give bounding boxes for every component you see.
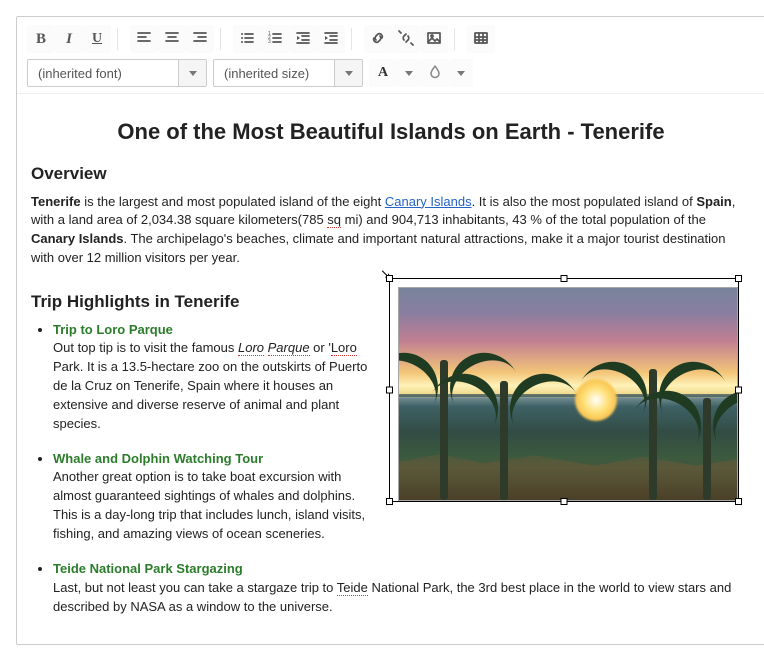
font-color-dropdown[interactable] bbox=[397, 59, 421, 87]
resize-handle-ml[interactable] bbox=[386, 387, 393, 394]
font-family-value: (inherited font) bbox=[38, 66, 122, 81]
unordered-list-icon bbox=[239, 30, 255, 49]
resize-handle-bl[interactable] bbox=[386, 498, 393, 505]
resize-handle-br[interactable] bbox=[735, 498, 742, 505]
align-left-button[interactable] bbox=[130, 25, 158, 53]
indent-button[interactable] bbox=[317, 25, 345, 53]
content-area: One of the Most Beautiful Islands on Ear… bbox=[17, 94, 764, 644]
trip-title: Trip to Loro Parque bbox=[53, 322, 173, 337]
outdent-icon bbox=[295, 30, 311, 49]
resize-handle-tr[interactable] bbox=[735, 275, 742, 282]
italic-button[interactable]: I bbox=[55, 25, 83, 53]
unordered-list-button[interactable] bbox=[233, 25, 261, 53]
overview-heading: Overview bbox=[31, 162, 751, 187]
toolbar: B I U 123 bbox=[17, 17, 764, 94]
spellcheck-sq: sq bbox=[327, 212, 341, 228]
indent-icon bbox=[323, 30, 339, 49]
spellcheck-parque: Parque bbox=[268, 340, 310, 356]
font-color-button[interactable]: A bbox=[369, 59, 397, 87]
toolbar-row-2: (inherited font) (inherited size) A bbox=[27, 59, 764, 87]
resize-handle-tl[interactable] bbox=[386, 275, 393, 282]
trip-title: Teide National Park Stargazing bbox=[53, 561, 243, 576]
align-right-button[interactable] bbox=[186, 25, 214, 53]
tenerife-photo bbox=[399, 288, 737, 500]
image-icon bbox=[426, 30, 442, 49]
underline-button[interactable]: U bbox=[83, 25, 111, 53]
insert-image-button[interactable] bbox=[420, 25, 448, 53]
group-objects bbox=[364, 25, 461, 53]
resize-handle-mr[interactable] bbox=[735, 387, 742, 394]
highlight-color-dropdown[interactable] bbox=[449, 59, 473, 87]
group-color: A bbox=[369, 59, 479, 87]
insert-table-button[interactable] bbox=[467, 25, 495, 53]
table-icon bbox=[473, 30, 489, 49]
spellcheck-loro-2: Loro bbox=[331, 340, 357, 356]
spain-bold: Spain bbox=[696, 194, 731, 209]
font-family-dropdown[interactable]: (inherited font) bbox=[27, 59, 207, 87]
link-icon bbox=[370, 30, 386, 49]
align-center-icon bbox=[164, 30, 180, 49]
group-table bbox=[467, 25, 501, 53]
canary-islands-link[interactable]: Canary Islands bbox=[385, 194, 472, 209]
overview-paragraph: Tenerife is the largest and most populat… bbox=[31, 193, 751, 268]
italic-icon: I bbox=[66, 31, 72, 48]
group-lists: 123 bbox=[233, 25, 358, 53]
align-left-icon bbox=[136, 30, 152, 49]
canary-islands-bold: Canary Islands bbox=[31, 231, 124, 246]
align-right-icon bbox=[192, 30, 208, 49]
font-size-value: (inherited size) bbox=[224, 66, 309, 81]
highlight-color-button[interactable] bbox=[421, 59, 449, 87]
group-align bbox=[130, 25, 227, 53]
align-center-button[interactable] bbox=[158, 25, 186, 53]
font-color-icon: A bbox=[378, 65, 388, 81]
ordered-list-icon: 123 bbox=[267, 30, 283, 49]
svg-text:3: 3 bbox=[268, 39, 271, 45]
bold-button[interactable]: B bbox=[27, 25, 55, 53]
chevron-down-icon bbox=[178, 60, 206, 86]
trip-title: Whale and Dolphin Watching Tour bbox=[53, 451, 263, 466]
ordered-list-button[interactable]: 123 bbox=[261, 25, 289, 53]
resize-handle-tm[interactable] bbox=[561, 275, 568, 282]
inserted-image[interactable] bbox=[398, 287, 738, 501]
list-item: Teide National Park Stargazing Last, but… bbox=[53, 560, 751, 617]
page-title: One of the Most Beautiful Islands on Ear… bbox=[31, 116, 751, 148]
link-button[interactable] bbox=[364, 25, 392, 53]
selected-image-frame[interactable]: ↘ bbox=[389, 278, 739, 502]
tenerife-bold: Tenerife bbox=[31, 194, 81, 209]
spellcheck-teide: Teide bbox=[337, 580, 368, 596]
rich-text-editor: B I U 123 bbox=[16, 16, 764, 645]
document-body[interactable]: One of the Most Beautiful Islands on Ear… bbox=[17, 94, 764, 644]
chevron-down-icon bbox=[334, 60, 362, 86]
toolbar-row-1: B I U 123 bbox=[27, 25, 764, 53]
outdent-button[interactable] bbox=[289, 25, 317, 53]
unlink-button[interactable] bbox=[392, 25, 420, 53]
spellcheck-loro: Loro bbox=[238, 340, 264, 356]
group-text-style: B I U bbox=[27, 25, 124, 53]
drop-icon bbox=[427, 64, 443, 83]
bold-icon: B bbox=[36, 31, 46, 48]
font-size-dropdown[interactable]: (inherited size) bbox=[213, 59, 363, 87]
underline-icon: U bbox=[92, 31, 102, 47]
resize-handle-bm[interactable] bbox=[561, 498, 568, 505]
unlink-icon bbox=[398, 30, 414, 49]
